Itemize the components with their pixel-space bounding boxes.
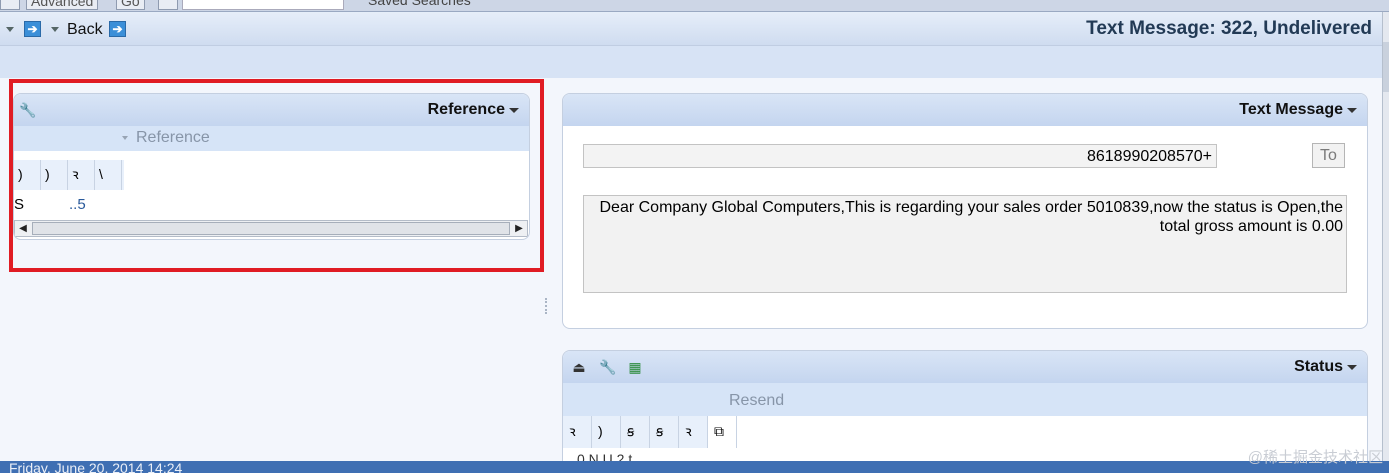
horizontal-scrollbar[interactable]: ◀ ▶ — [14, 220, 528, 237]
footer-datetime: Friday, June 20, 2014 14:24 — [9, 461, 183, 473]
row-link[interactable]: ..5 — [69, 196, 86, 213]
forward-arrow-icon[interactable]: ➔ — [24, 21, 41, 37]
resend-column-label: Resend — [729, 392, 785, 409]
reference-panel-title[interactable]: Reference — [428, 101, 505, 119]
column-cell[interactable]: ꝛ — [563, 416, 592, 448]
text-message-panel: Text Message 8618990208570+ To Dear Comp… — [562, 93, 1368, 329]
chevron-down-icon[interactable] — [1347, 108, 1357, 113]
menu-chevron-down-icon[interactable] — [6, 27, 14, 32]
sort-icon[interactable] — [122, 136, 128, 140]
panel-splitter[interactable] — [545, 298, 547, 314]
text-message-panel-header: Text Message — [563, 94, 1367, 126]
back-label: Back — [67, 21, 103, 38]
column-cell[interactable]: ꞩ — [621, 416, 650, 448]
wrench-icon[interactable]: 🔧 — [599, 359, 616, 375]
chevron-down-icon[interactable] — [1347, 365, 1357, 370]
watermark: @稀土掘金技术社区 — [1247, 449, 1383, 466]
advanced-button[interactable]: Advanced — [26, 0, 99, 10]
status-column-header[interactable]: Resend — [563, 383, 1367, 416]
page-title: Text Message: 322, Undelivered — [1086, 18, 1372, 39]
reference-column-header[interactable]: Reference — [14, 126, 529, 151]
chevron-down-icon[interactable] — [509, 108, 519, 113]
page-header: ➔ Back ➔ Text Message: 322, Undelivered — [0, 12, 1382, 46]
vertical-scrollbar[interactable] — [1382, 12, 1389, 461]
status-panel-header: ⏏ 🔧 ▦ Status — [563, 351, 1367, 383]
reference-column-label: Reference — [136, 129, 210, 146]
status-panel-title[interactable]: Status — [1294, 358, 1343, 376]
saved-searches-link[interactable]: Saved Searches — [368, 0, 471, 8]
back-button[interactable]: Back — [67, 21, 103, 39]
scroll-right-icon[interactable]: ▶ — [512, 222, 526, 235]
wrench-icon[interactable]: 🔧 — [19, 102, 36, 118]
to-field[interactable]: 8618990208570+ — [583, 144, 1217, 168]
reference-panel: 🔧 Reference Reference ) ) ꝛ \ S ..5 ◀ ▶ — [13, 93, 530, 240]
row-prefix: S — [14, 196, 25, 213]
column-cell[interactable]: ꞩ — [650, 416, 679, 448]
back-arrow-icon[interactable]: ➔ — [109, 21, 126, 37]
search-input[interactable] — [182, 0, 344, 10]
to-button[interactable]: To — [1312, 143, 1345, 168]
column-cell[interactable]: ) — [41, 160, 68, 190]
column-cell[interactable]: ꝛ — [679, 416, 708, 448]
column-settings-icon[interactable]: ⧉ — [708, 416, 737, 448]
toolbar-icon-button[interactable] — [0, 0, 20, 10]
column-cell[interactable]: ꝛ — [68, 160, 95, 190]
go-button[interactable]: Go — [116, 0, 145, 10]
status-bar: Friday, June 20, 2014 14:24 — [0, 461, 1389, 473]
column-cell[interactable]: \ — [95, 160, 122, 190]
spreadsheet-icon[interactable]: ▦ — [627, 359, 643, 375]
dropdown-button[interactable] — [158, 0, 178, 10]
scrollbar-thumb[interactable] — [32, 222, 510, 235]
column-cell[interactable]: ) — [592, 416, 621, 448]
scrollbar-thumb[interactable] — [1383, 42, 1389, 92]
top-toolbar: Advanced Go Saved Searches — [0, 0, 1389, 12]
text-message-panel-title[interactable]: Text Message — [1239, 101, 1343, 119]
reference-panel-header: 🔧 Reference — [14, 94, 529, 126]
scroll-left-icon[interactable]: ◀ — [16, 222, 30, 235]
back-chevron-down-icon[interactable] — [51, 27, 59, 32]
header-band — [0, 46, 1382, 78]
message-body-field[interactable]: Dear Company Global Computers,This is re… — [583, 195, 1347, 293]
eject-icon[interactable]: ⏏ — [571, 359, 587, 375]
column-cell[interactable]: ) — [14, 160, 41, 190]
